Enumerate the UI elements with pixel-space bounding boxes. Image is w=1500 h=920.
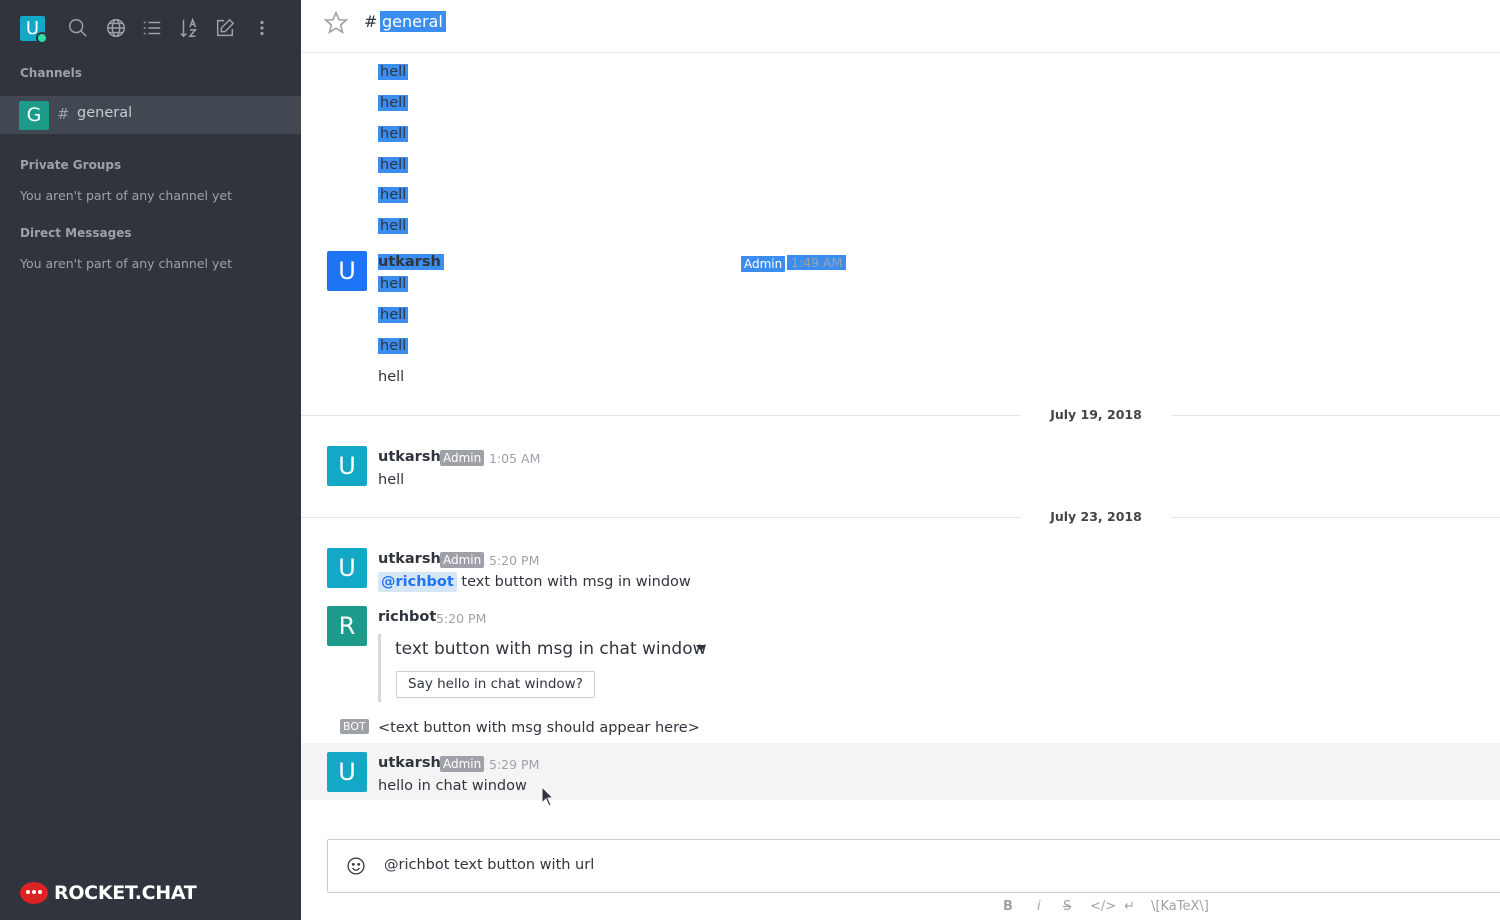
sidebar-toolbar: U	[0, 0, 301, 56]
message-text: hell	[378, 126, 409, 142]
message-text: hell	[378, 307, 409, 323]
list-icon[interactable]	[141, 17, 163, 39]
message-text: hell	[378, 276, 409, 292]
message-text: hell	[378, 187, 409, 203]
attachment-border	[378, 634, 381, 702]
date-divider	[301, 517, 1500, 518]
role-badge: Admin	[440, 756, 485, 772]
date-divider-label: July 23, 2018	[1021, 509, 1171, 524]
message-username[interactable]: utkarsh	[378, 755, 441, 771]
logo-text: ROCKET.CHAT	[54, 882, 197, 904]
room-title: general	[380, 11, 446, 32]
italic-format-button[interactable]: i	[1037, 899, 1041, 914]
message-time: 5:20 PM	[436, 611, 487, 626]
avatar[interactable]: R	[327, 606, 367, 646]
emoji-icon[interactable]	[346, 856, 366, 876]
strike-format-button[interactable]: S	[1063, 899, 1071, 914]
message-text: hell	[378, 95, 409, 111]
katex-format-button[interactable]: \[KaTeX\]	[1151, 899, 1209, 914]
message-username[interactable]: richbot	[378, 609, 436, 625]
bot-badge: BOT	[340, 719, 369, 734]
user-avatar[interactable]: U	[20, 16, 48, 44]
channel-avatar: G	[19, 101, 49, 130]
private-groups-title: Private Groups	[20, 158, 122, 172]
globe-icon[interactable]	[105, 17, 127, 39]
sort-icon[interactable]	[178, 17, 200, 39]
message-username[interactable]: utkarsh	[378, 551, 441, 567]
date-divider-label: July 19, 2018	[1021, 407, 1171, 422]
sidebar: U Channels G # general Private Groups Yo…	[0, 0, 301, 920]
room-header: # general	[301, 0, 1500, 53]
channels-section-title: Channels	[20, 66, 82, 80]
message-time: 5:29 PM	[489, 757, 540, 772]
avatar[interactable]: U	[327, 446, 367, 486]
more-icon[interactable]	[251, 17, 273, 39]
attachment-title: text button with msg in chat window	[395, 639, 707, 659]
message-text: hell	[378, 64, 409, 80]
sidebar-item-label: general	[77, 105, 133, 121]
avatar[interactable]: U	[327, 548, 367, 588]
code-format-button[interactable]: </>	[1090, 899, 1116, 914]
message-text: text button with msg in window	[461, 574, 691, 590]
message-input[interactable]: @richbot text button with url	[384, 857, 594, 873]
chevron-down-icon[interactable]	[696, 645, 706, 651]
message-text: hell	[378, 369, 405, 385]
message-text: hell	[378, 472, 405, 488]
edit-icon[interactable]	[214, 17, 236, 39]
user-mention[interactable]: @richbot	[378, 572, 457, 592]
message-text: hell	[378, 157, 409, 173]
message-text: hell	[378, 338, 409, 354]
role-badge: Admin	[440, 552, 485, 568]
message-username[interactable]: utkarsh	[378, 254, 444, 270]
message-time: 1:05 AM	[489, 451, 541, 466]
bot-message-text: <text button with msg should appear here…	[378, 720, 700, 736]
role-badge: Admin	[440, 450, 485, 466]
message-time: 1:49 AM	[787, 255, 847, 270]
message-content: @richbot text button with msg in window	[378, 572, 691, 592]
avatar[interactable]: U	[327, 251, 367, 291]
role-badge: Admin	[740, 255, 787, 273]
direct-messages-empty: You aren't part of any channel yet	[20, 256, 232, 271]
rocketchat-logo: ROCKET.CHAT	[20, 880, 197, 906]
hash-icon: #	[57, 105, 70, 123]
favorite-star-icon[interactable]	[323, 10, 349, 36]
bold-format-button[interactable]: B	[1003, 899, 1013, 914]
message-text: hello in chat window	[378, 778, 527, 794]
message-time: 5:20 PM	[489, 553, 540, 568]
avatar[interactable]: U	[327, 752, 367, 792]
room-hash-icon: #	[364, 12, 378, 31]
chat-main: # general hell hell hell hell hell hell …	[301, 0, 1500, 920]
online-status-dot	[36, 32, 48, 44]
private-groups-empty: You aren't part of any channel yet	[20, 188, 232, 203]
mouse-cursor-icon	[541, 786, 555, 807]
search-icon[interactable]	[67, 17, 89, 39]
newline-format-button[interactable]: ↵	[1124, 899, 1135, 914]
message-username[interactable]: utkarsh	[378, 449, 441, 465]
rocket-logo-icon	[20, 882, 48, 904]
direct-messages-title: Direct Messages	[20, 226, 132, 240]
sidebar-item-general[interactable]: G # general	[0, 96, 301, 134]
message-composer[interactable]: @richbot text button with url	[327, 839, 1500, 893]
say-hello-button[interactable]: Say hello in chat window?	[396, 671, 595, 698]
date-divider	[301, 415, 1500, 416]
message-text: hell	[378, 218, 409, 234]
